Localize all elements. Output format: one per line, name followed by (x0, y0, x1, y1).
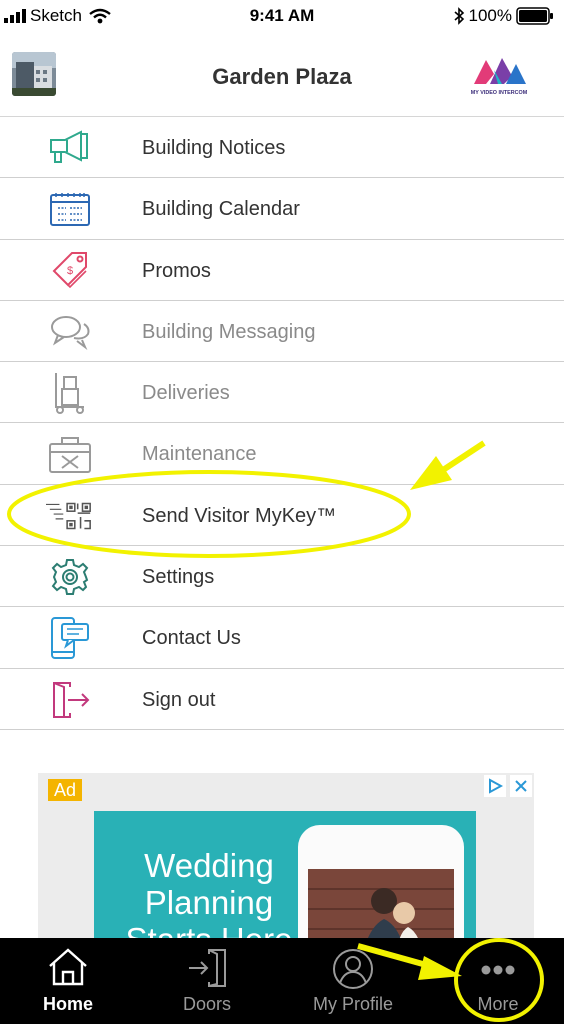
menu-item-label: Building Calendar (142, 198, 300, 221)
gear-icon (46, 556, 94, 598)
menu-item-label: Sign out (142, 688, 216, 711)
price-tag-icon: $ (46, 250, 94, 292)
brand-logo: MY VIDEO INTERCOM (468, 50, 530, 100)
ad-headline-line: Starts Here (124, 921, 294, 939)
ad-phone-mockup (298, 825, 464, 939)
menu-item-label: Send Visitor MyKey™ (142, 504, 337, 527)
menu-item-label: Building Notices (142, 137, 286, 159)
menu-item-contact-us[interactable]: Contact Us (0, 607, 564, 669)
menu-item-settings[interactable]: Settings (0, 546, 564, 608)
qr-code-icon (46, 495, 94, 537)
hand-truck-icon (46, 372, 94, 415)
menu-item-label: Deliveries (142, 382, 230, 405)
status-bar: Sketch 9:41 AM 100% (0, 0, 564, 34)
menu-item-send-visitor-mykey[interactable]: Send Visitor MyKey™ (0, 485, 564, 547)
toolbox-icon (46, 433, 94, 475)
home-icon (8, 948, 128, 990)
menu-item-sign-out[interactable]: Sign out (0, 669, 564, 730)
ad-headline: Wedding Planning Starts Here (124, 847, 294, 939)
battery-icon (516, 7, 553, 25)
calendar-icon (46, 188, 94, 230)
menu-item-label: Promos (142, 259, 211, 282)
more-dots-icon (438, 948, 558, 990)
svg-text:MY VIDEO INTERCOM: MY VIDEO INTERCOM (471, 90, 528, 96)
ad-banner[interactable]: Ad Wedding Planning Starts Here (38, 773, 534, 939)
tab-label: More (477, 994, 519, 1014)
sign-out-icon (46, 679, 94, 721)
ad-image: Wedding Planning Starts Here (94, 811, 476, 939)
main-menu: Building Notices Building Calendar $ Pro… (0, 117, 564, 730)
chat-bubbles-icon (46, 311, 94, 353)
menu-item-label: Settings (142, 566, 215, 589)
tab-home[interactable]: Home (8, 938, 128, 1024)
menu-item-building-messaging[interactable]: Building Messaging (0, 301, 564, 363)
door-icon (147, 948, 267, 990)
ad-choices-icon[interactable] (484, 775, 506, 797)
menu-item-label: Contact Us (142, 627, 241, 650)
tab-label: My Profile (312, 994, 393, 1014)
bluetooth-icon (453, 7, 464, 25)
battery-info: 100% (453, 6, 554, 26)
ad-photo (308, 869, 454, 939)
profile-icon (293, 948, 413, 990)
tab-my-profile[interactable]: My Profile (293, 938, 413, 1024)
tab-label: Doors (182, 994, 231, 1014)
bottom-tab-bar: Home Doors My Profile More (0, 938, 564, 1024)
menu-item-deliveries[interactable]: Deliveries (0, 362, 564, 424)
ad-headline-line: Planning (144, 884, 274, 921)
ad-controls (484, 775, 532, 797)
megaphone-icon (46, 127, 94, 169)
menu-item-building-notices[interactable]: Building Notices (0, 117, 564, 179)
tab-doors[interactable]: Doors (147, 938, 267, 1024)
battery-percent: 100% (468, 6, 512, 25)
app-header: Garden Plaza MY VIDEO INTERCOM (0, 34, 564, 117)
ad-badge: Ad (48, 779, 83, 801)
ad-headline-line: Wedding (144, 847, 274, 884)
menu-item-maintenance[interactable]: Maintenance (0, 423, 564, 485)
svg-text:$: $ (67, 265, 73, 277)
tab-label: Home (42, 994, 93, 1014)
tab-more[interactable]: More (438, 938, 558, 1024)
phone-message-icon (46, 617, 94, 660)
close-icon[interactable] (510, 775, 532, 797)
menu-item-promos[interactable]: $ Promos (0, 240, 564, 301)
menu-item-label: Building Messaging (142, 320, 316, 343)
menu-item-building-calendar[interactable]: Building Calendar (0, 178, 564, 240)
menu-item-label: Maintenance (142, 443, 257, 466)
